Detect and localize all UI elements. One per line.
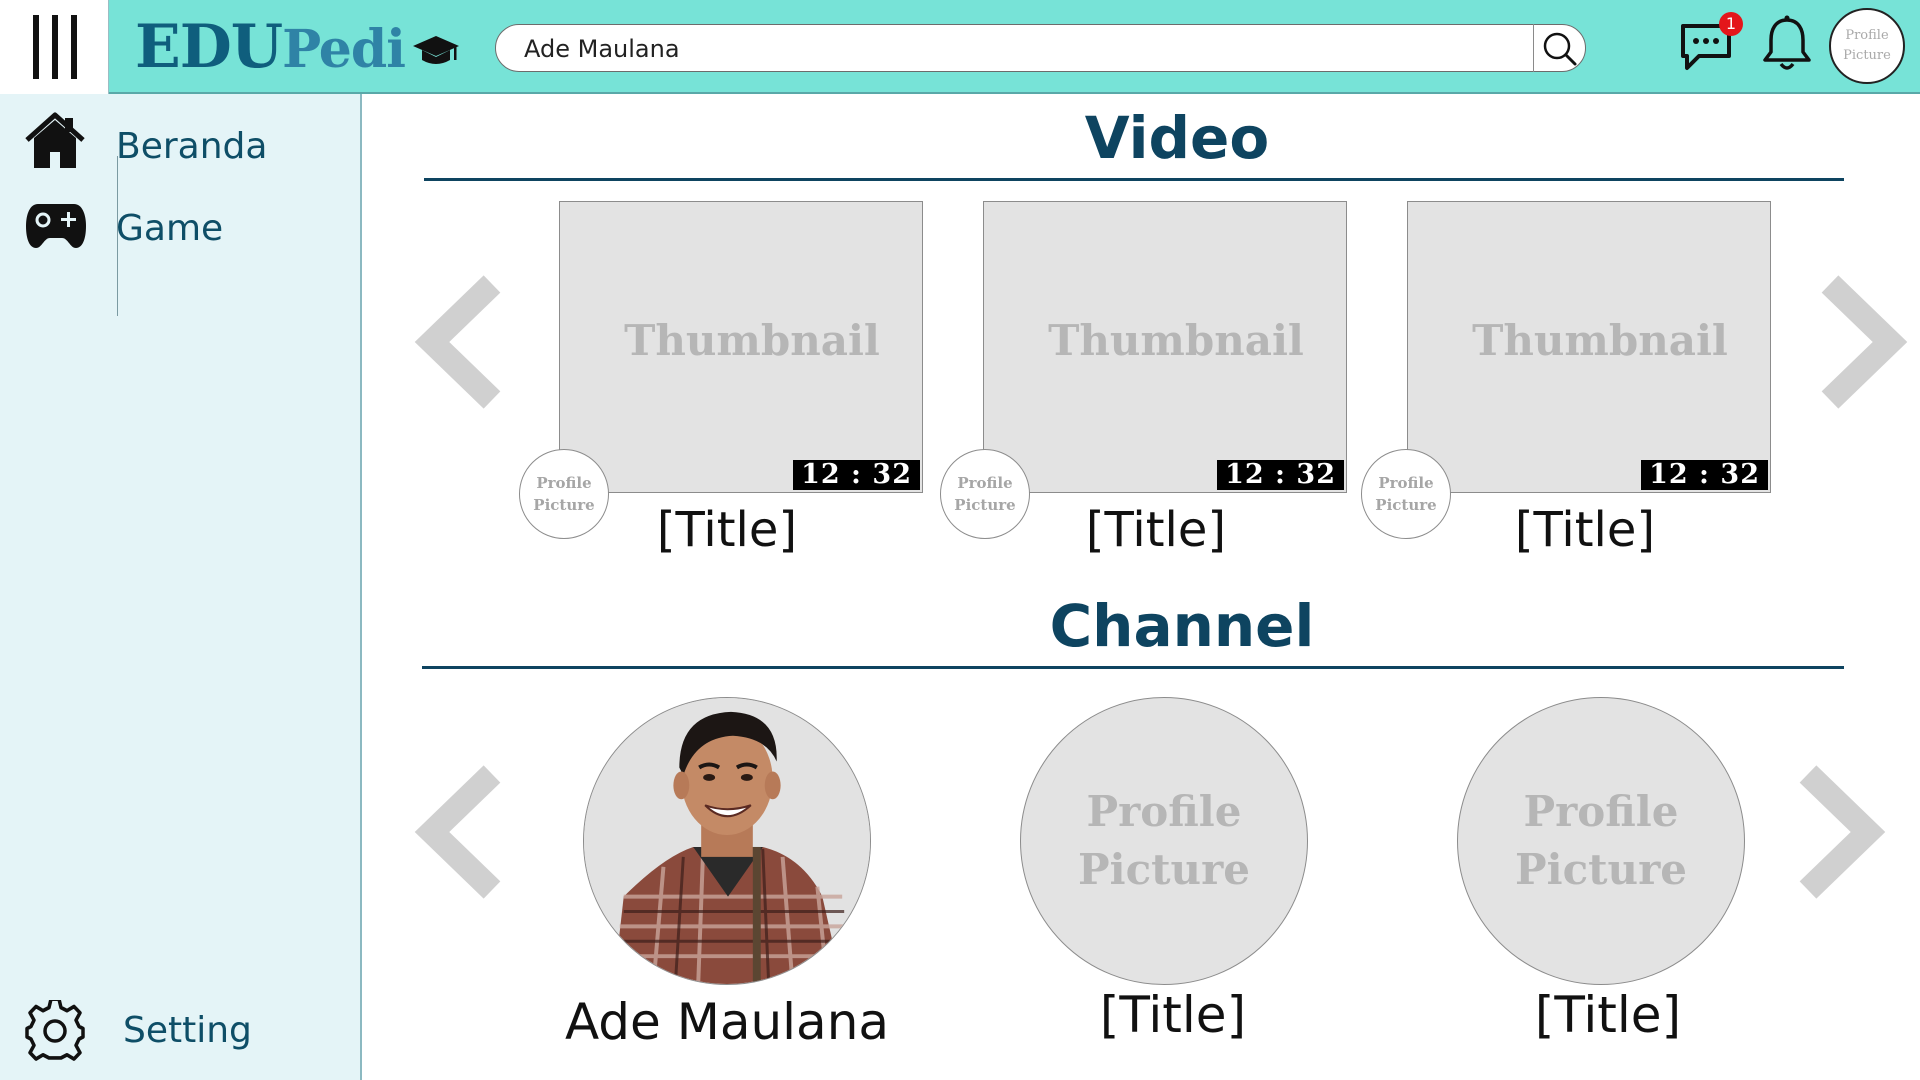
- logo-edu: EDU: [135, 12, 283, 82]
- sidebar-item-beranda[interactable]: Beranda: [0, 106, 360, 176]
- video-card[interactable]: Thumbnail 12 : 32: [1407, 201, 1771, 493]
- channel-section-divider: [422, 666, 1844, 669]
- video-title[interactable]: [Title]: [1006, 502, 1306, 558]
- thumbnail-placeholder: Thumbnail: [1472, 316, 1728, 365]
- channel-name[interactable]: Ade Maulana: [517, 993, 937, 1051]
- channel-picture[interactable]: [583, 697, 871, 985]
- chevron-left-icon[interactable]: [412, 762, 504, 902]
- bell-icon: [1763, 15, 1811, 70]
- sidebar: Beranda Game Setting: [0, 94, 362, 1080]
- user-avatar[interactable]: Profile Picture: [1829, 8, 1905, 84]
- notification-badge: 1: [1719, 12, 1743, 36]
- search-bar: [495, 24, 1586, 72]
- video-card[interactable]: Thumbnail 12 : 32: [983, 201, 1347, 493]
- video-thumbnail[interactable]: Thumbnail 12 : 32: [559, 201, 923, 493]
- sidebar-item-label: Beranda: [116, 126, 268, 167]
- home-icon: [25, 112, 85, 168]
- avatar-label: Profile Picture: [1843, 28, 1891, 63]
- video-duration: 12 : 32: [1217, 460, 1344, 490]
- graduation-cap-icon: [413, 36, 459, 64]
- sidebar-item-setting[interactable]: Setting: [0, 994, 360, 1064]
- channel-picture[interactable]: Profile Picture: [1457, 697, 1745, 985]
- video-section-divider: [424, 178, 1844, 181]
- video-duration: 12 : 32: [793, 460, 920, 490]
- top-bar: EDUPedi 1 Profile P: [109, 0, 1920, 94]
- video-title[interactable]: [Title]: [577, 502, 877, 558]
- app-logo[interactable]: EDUPedi: [135, 12, 459, 85]
- sidebar-item-game[interactable]: Game: [0, 190, 360, 260]
- video-duration: 12 : 32: [1641, 460, 1768, 490]
- channel-picture[interactable]: Profile Picture: [1020, 697, 1308, 985]
- chevron-right-icon[interactable]: [1818, 272, 1910, 412]
- gear-icon: [25, 1000, 85, 1061]
- video-thumbnail[interactable]: Thumbnail 12 : 32: [983, 201, 1347, 493]
- channel-name[interactable]: [Title]: [1398, 986, 1818, 1044]
- video-thumbnail[interactable]: Thumbnail 12 : 32: [1407, 201, 1771, 493]
- sidebar-item-label: Setting: [123, 1010, 252, 1051]
- channel-section-title: Channel: [1049, 592, 1315, 660]
- picture-placeholder: Profile Picture: [1078, 787, 1250, 894]
- picture-placeholder: Profile Picture: [1515, 787, 1687, 894]
- chevron-left-icon[interactable]: [412, 272, 504, 412]
- video-section-title: Video: [1084, 104, 1270, 172]
- chevron-right-icon[interactable]: [1796, 762, 1888, 902]
- channel-name[interactable]: [Title]: [963, 986, 1383, 1044]
- notifications-button[interactable]: [1761, 14, 1813, 78]
- search-button[interactable]: [1533, 24, 1585, 72]
- search-input[interactable]: [522, 33, 1506, 65]
- video-title[interactable]: [Title]: [1435, 502, 1735, 558]
- thumbnail-placeholder: Thumbnail: [1048, 316, 1304, 365]
- gamepad-icon: [26, 204, 86, 248]
- person-photo: [584, 698, 870, 984]
- logo-pedi: Pedi: [282, 19, 406, 80]
- search-icon: [1543, 32, 1577, 66]
- menu-button[interactable]: [0, 0, 109, 94]
- video-card[interactable]: Thumbnail 12 : 32: [559, 201, 923, 493]
- thumbnail-placeholder: Thumbnail: [624, 316, 880, 365]
- sidebar-item-label: Game: [116, 208, 224, 249]
